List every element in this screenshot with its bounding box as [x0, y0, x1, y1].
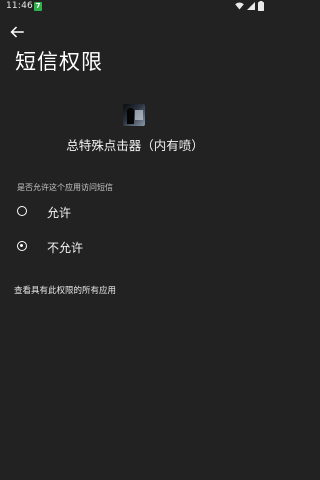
permission-question: 是否允许这个应用访问短信 — [17, 183, 113, 192]
allow-radio[interactable] — [17, 206, 27, 216]
deny-label: 不允许 — [47, 241, 84, 255]
allow-label: 允许 — [47, 206, 72, 220]
page-title: 短信权限 — [15, 50, 103, 74]
app-icon — [123, 104, 145, 126]
deny-option[interactable]: 不允许 — [0, 233, 270, 263]
wifi-icon — [235, 2, 244, 10]
battery-icon — [258, 1, 264, 11]
back-arrow-icon[interactable] — [9, 24, 25, 40]
status-icons — [235, 1, 264, 11]
deny-radio[interactable] — [17, 241, 27, 251]
allow-option[interactable]: 允许 — [0, 198, 270, 228]
notification-app-icon: 7 — [34, 2, 42, 11]
view-all-apps-link[interactable]: 查看具有此权限的所有应用 — [14, 284, 116, 296]
status-bar: 11:46 7 — [0, 0, 270, 14]
signal-icon — [247, 2, 255, 10]
status-time: 11:46 — [6, 1, 33, 11]
app-name: 总特殊点击器（内有喷） — [66, 138, 204, 153]
